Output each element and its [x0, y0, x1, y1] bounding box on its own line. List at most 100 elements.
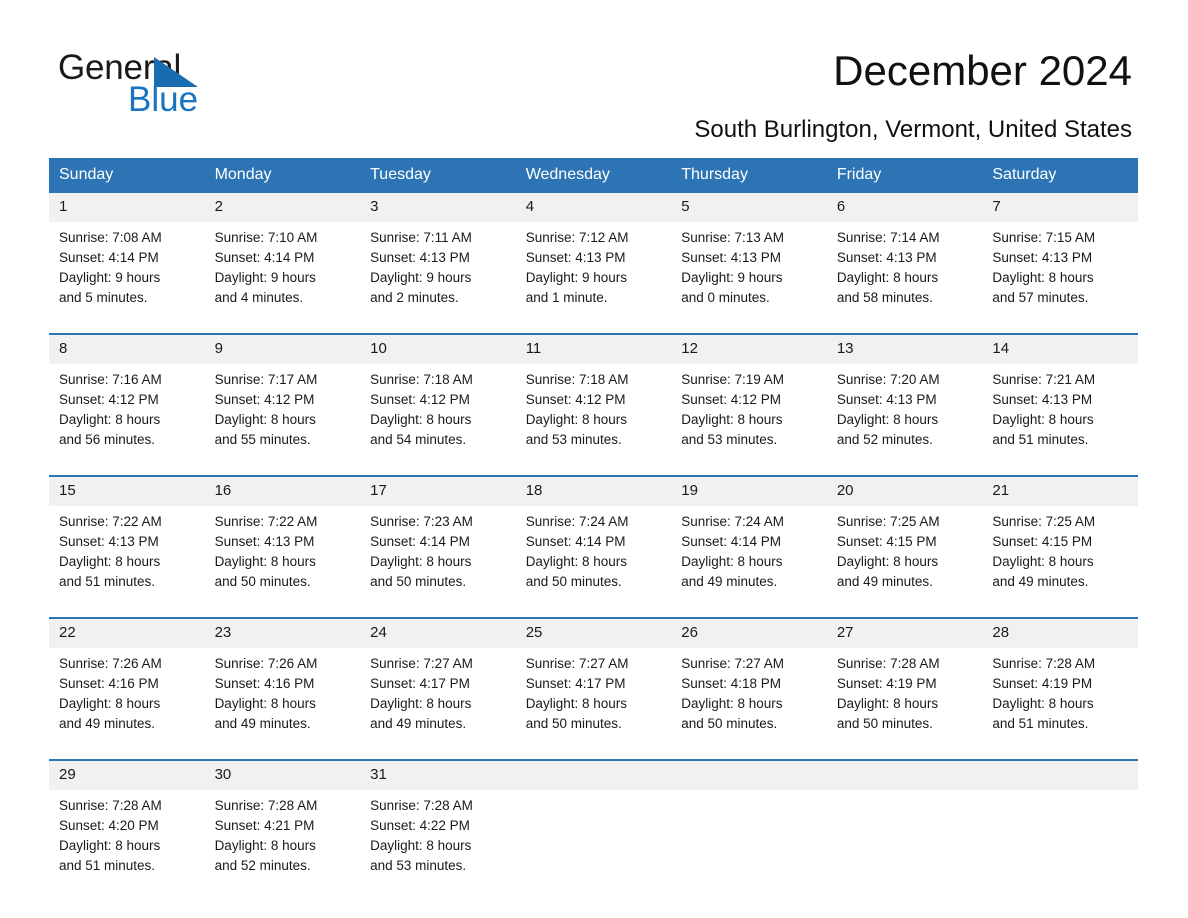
calendar-day-cell[interactable]: 15 Sunrise: 7:22 AM Sunset: 4:13 PM Dayl…: [49, 475, 205, 609]
weekday-header-friday: Friday: [826, 158, 983, 192]
day-number: 9: [204, 335, 361, 364]
day-number: 8: [49, 335, 205, 364]
calendar-day-cell[interactable]: 31 Sunrise: 7:28 AM Sunset: 4:22 PM Dayl…: [360, 759, 516, 893]
day-number: 12: [671, 335, 827, 364]
calendar-day-cell[interactable]: 21 Sunrise: 7:25 AM Sunset: 4:15 PM Dayl…: [982, 475, 1138, 609]
day-details: Sunrise: 7:15 AM Sunset: 4:13 PM Dayligh…: [982, 222, 1138, 308]
calendar-day-cell[interactable]: 17 Sunrise: 7:23 AM Sunset: 4:14 PM Dayl…: [360, 475, 516, 609]
sunset-text: Sunset: 4:12 PM: [59, 392, 159, 407]
daylight-text-line1: Daylight: 8 hours: [836, 270, 939, 285]
day-number: 10: [360, 335, 516, 364]
sunset-text: Sunset: 4:13 PM: [681, 250, 782, 265]
page-header: General Blue December 2024 South Burling…: [0, 0, 1188, 143]
day-details: Sunrise: 7:22 AM Sunset: 4:13 PM Dayligh…: [49, 506, 205, 592]
daylight-text-line1: Daylight: 8 hours: [214, 554, 316, 569]
daylight-text-line1: Daylight: 8 hours: [214, 696, 316, 711]
day-details: Sunrise: 7:18 AM Sunset: 4:12 PM Dayligh…: [516, 364, 672, 450]
week-spacer: [49, 609, 1138, 618]
calendar-day-cell[interactable]: 6 Sunrise: 7:14 AM Sunset: 4:13 PM Dayli…: [826, 191, 983, 325]
calendar-day-cell[interactable]: 14 Sunrise: 7:21 AM Sunset: 4:13 PM Dayl…: [982, 333, 1138, 467]
calendar-day-cell[interactable]: 30 Sunrise: 7:28 AM Sunset: 4:21 PM Dayl…: [204, 759, 361, 893]
day-details: Sunrise: 7:28 AM Sunset: 4:22 PM Dayligh…: [360, 790, 516, 876]
day-details: Sunrise: 7:27 AM Sunset: 4:17 PM Dayligh…: [516, 648, 672, 734]
calendar-day-cell[interactable]: 26 Sunrise: 7:27 AM Sunset: 4:18 PM Dayl…: [671, 617, 827, 751]
sunrise-text: Sunrise: 7:24 AM: [525, 514, 629, 529]
week-spacer: [49, 751, 1138, 760]
sunrise-text: Sunrise: 7:27 AM: [525, 656, 629, 671]
daylight-text-line1: Daylight: 8 hours: [681, 554, 783, 569]
daylight-text-line2: and 50 minutes.: [370, 574, 467, 589]
daylight-text-line2: and 49 minutes.: [59, 716, 156, 731]
day-number: 6: [826, 193, 983, 222]
sunrise-text: Sunrise: 7:12 AM: [525, 230, 629, 245]
daylight-text-line1: Daylight: 8 hours: [992, 696, 1094, 711]
day-details: Sunrise: 7:23 AM Sunset: 4:14 PM Dayligh…: [360, 506, 516, 592]
calendar-day-cell-empty: [515, 759, 672, 893]
daylight-text-line2: and 50 minutes.: [525, 574, 622, 589]
calendar-day-cell[interactable]: 20 Sunrise: 7:25 AM Sunset: 4:15 PM Dayl…: [826, 475, 983, 609]
calendar-day-cell[interactable]: 7 Sunrise: 7:15 AM Sunset: 4:13 PM Dayli…: [982, 191, 1138, 325]
calendar-day-cell[interactable]: 1 Sunrise: 7:08 AM Sunset: 4:14 PM Dayli…: [49, 191, 205, 325]
day-details: Sunrise: 7:08 AM Sunset: 4:14 PM Dayligh…: [49, 222, 205, 308]
sunset-text: Sunset: 4:21 PM: [214, 818, 315, 833]
sunrise-text: Sunrise: 7:24 AM: [681, 514, 785, 529]
calendar-day-cell[interactable]: 25 Sunrise: 7:27 AM Sunset: 4:17 PM Dayl…: [515, 617, 672, 751]
day-number: 22: [49, 619, 205, 648]
calendar-day-cell[interactable]: 12 Sunrise: 7:19 AM Sunset: 4:12 PM Dayl…: [671, 333, 827, 467]
sunset-text: Sunset: 4:19 PM: [836, 676, 937, 691]
daylight-text-line1: Daylight: 8 hours: [836, 696, 939, 711]
calendar-day-cell[interactable]: 28 Sunrise: 7:28 AM Sunset: 4:19 PM Dayl…: [982, 617, 1138, 751]
weekday-header-tuesday: Tuesday: [360, 158, 516, 192]
daylight-text-line1: Daylight: 8 hours: [59, 696, 161, 711]
daylight-text-line2: and 51 minutes.: [59, 574, 156, 589]
weekday-header-thursday: Thursday: [671, 158, 827, 192]
calendar-day-cell[interactable]: 13 Sunrise: 7:20 AM Sunset: 4:13 PM Dayl…: [826, 333, 983, 467]
day-number: 31: [360, 761, 516, 790]
calendar-day-cell[interactable]: 9 Sunrise: 7:17 AM Sunset: 4:12 PM Dayli…: [204, 333, 361, 467]
daylight-text-line2: and 51 minutes.: [992, 716, 1089, 731]
day-details: [516, 790, 672, 796]
calendar-week-row: 22 Sunrise: 7:26 AM Sunset: 4:16 PM Dayl…: [49, 617, 1138, 751]
daylight-text-line1: Daylight: 8 hours: [836, 554, 939, 569]
calendar-day-cell[interactable]: 29 Sunrise: 7:28 AM Sunset: 4:20 PM Dayl…: [49, 759, 205, 893]
day-number: 18: [515, 477, 672, 506]
sunset-text: Sunset: 4:13 PM: [525, 250, 626, 265]
sunset-text: Sunset: 4:14 PM: [59, 250, 159, 265]
sunset-text: Sunset: 4:14 PM: [214, 250, 315, 265]
calendar-week-row: 29 Sunrise: 7:28 AM Sunset: 4:20 PM Dayl…: [49, 759, 1138, 893]
generalblue-logo: General Blue: [58, 48, 358, 120]
calendar-day-cell[interactable]: 22 Sunrise: 7:26 AM Sunset: 4:16 PM Dayl…: [49, 617, 205, 751]
calendar-day-cell[interactable]: 23 Sunrise: 7:26 AM Sunset: 4:16 PM Dayl…: [204, 617, 361, 751]
calendar-day-cell[interactable]: 5 Sunrise: 7:13 AM Sunset: 4:13 PM Dayli…: [671, 191, 827, 325]
daylight-text-line2: and 1 minute.: [525, 290, 608, 305]
day-details: Sunrise: 7:11 AM Sunset: 4:13 PM Dayligh…: [360, 222, 516, 308]
calendar-day-cell[interactable]: 4 Sunrise: 7:12 AM Sunset: 4:13 PM Dayli…: [515, 191, 672, 325]
calendar-day-cell[interactable]: 2 Sunrise: 7:10 AM Sunset: 4:14 PM Dayli…: [204, 191, 361, 325]
calendar-day-cell[interactable]: 18 Sunrise: 7:24 AM Sunset: 4:14 PM Dayl…: [515, 475, 672, 609]
daylight-text-line2: and 49 minutes.: [992, 574, 1089, 589]
day-details: Sunrise: 7:16 AM Sunset: 4:12 PM Dayligh…: [49, 364, 205, 450]
calendar-day-cell[interactable]: 3 Sunrise: 7:11 AM Sunset: 4:13 PM Dayli…: [360, 191, 516, 325]
calendar-day-cell[interactable]: 24 Sunrise: 7:27 AM Sunset: 4:17 PM Dayl…: [360, 617, 516, 751]
sunset-text: Sunset: 4:15 PM: [992, 534, 1093, 549]
daylight-text-line1: Daylight: 8 hours: [370, 696, 472, 711]
day-details: Sunrise: 7:28 AM Sunset: 4:19 PM Dayligh…: [982, 648, 1138, 734]
calendar-day-cell[interactable]: 8 Sunrise: 7:16 AM Sunset: 4:12 PM Dayli…: [49, 333, 205, 467]
calendar-day-cell[interactable]: 19 Sunrise: 7:24 AM Sunset: 4:14 PM Dayl…: [671, 475, 827, 609]
calendar-day-cell[interactable]: 16 Sunrise: 7:22 AM Sunset: 4:13 PM Dayl…: [204, 475, 361, 609]
day-number: 13: [826, 335, 983, 364]
calendar-day-cell[interactable]: 27 Sunrise: 7:28 AM Sunset: 4:19 PM Dayl…: [826, 617, 983, 751]
daylight-text-line2: and 49 minutes.: [370, 716, 467, 731]
daylight-text-line2: and 49 minutes.: [836, 574, 933, 589]
sunrise-text: Sunrise: 7:14 AM: [836, 230, 940, 245]
sunrise-text: Sunrise: 7:28 AM: [370, 798, 473, 813]
day-number: 24: [360, 619, 516, 648]
day-details: Sunrise: 7:24 AM Sunset: 4:14 PM Dayligh…: [671, 506, 827, 592]
calendar-day-cell[interactable]: 11 Sunrise: 7:18 AM Sunset: 4:12 PM Dayl…: [515, 333, 672, 467]
daylight-text-line1: Daylight: 8 hours: [992, 412, 1094, 427]
calendar-day-cell[interactable]: 10 Sunrise: 7:18 AM Sunset: 4:12 PM Dayl…: [360, 333, 516, 467]
sunset-text: Sunset: 4:13 PM: [836, 392, 937, 407]
day-number: [826, 761, 983, 790]
calendar-page: General Blue December 2024 South Burling…: [0, 0, 1188, 918]
weekday-header-sunday: Sunday: [49, 158, 205, 192]
